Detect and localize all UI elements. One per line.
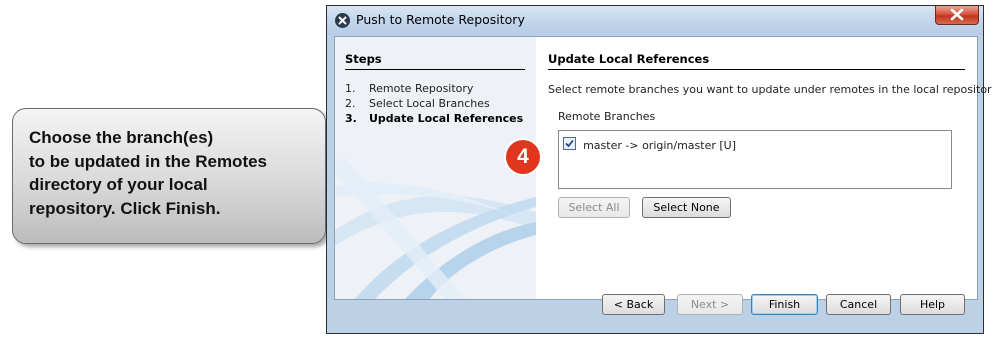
checkmark-icon <box>565 139 574 148</box>
dialog-title: Push to Remote Repository <box>356 12 525 27</box>
back-button[interactable]: < Back <box>602 294 665 315</box>
callout-line: repository. Click Finish. <box>29 198 221 218</box>
steps-header: Steps <box>345 52 382 66</box>
title-bar: Push to Remote Repository <box>327 6 983 35</box>
close-x-icon <box>950 8 964 21</box>
step-number: 2. <box>345 97 356 110</box>
cancel-button[interactable]: Cancel <box>826 294 891 315</box>
next-button[interactable]: Next > <box>677 294 743 315</box>
step-label: Remote Repository <box>369 82 474 95</box>
instruction-callout: Choose the branch(es) to be updated in t… <box>12 108 326 244</box>
dialog-content: Steps 1. Remote Repository 2. Select Local… <box>334 36 992 300</box>
step-label: Select Local Branches <box>369 97 490 110</box>
decorative-swoosh-graphic <box>335 157 536 299</box>
branch-label: master -> origin/master [U] <box>583 139 737 152</box>
step-item: 2. Select Local Branches <box>345 97 490 110</box>
finish-button[interactable]: Finish <box>751 294 818 315</box>
close-button[interactable] <box>935 6 979 25</box>
panel-title: Update Local References <box>548 52 710 66</box>
list-item[interactable]: master -> origin/master [U] <box>563 134 737 152</box>
remote-branches-label: Remote Branches <box>558 110 656 123</box>
step-number: 3. <box>345 112 357 125</box>
step-label: Update Local References <box>369 112 524 125</box>
push-dialog: Push to Remote Repository Steps 1. Remote… <box>326 5 992 334</box>
callout-line: directory of your local <box>29 175 208 194</box>
help-button[interactable]: Help <box>900 294 965 315</box>
step-item-current: 3. Update Local References <box>345 112 523 125</box>
panel-divider <box>548 69 965 70</box>
select-none-button[interactable]: Select None <box>642 197 731 218</box>
step-number: 1. <box>345 82 356 95</box>
callout-line: Choose the branch(es) <box>29 128 214 147</box>
select-all-button[interactable]: Select All <box>558 197 630 218</box>
step-item: 1. Remote Repository <box>345 82 473 95</box>
steps-divider <box>345 69 525 70</box>
callout-line: to be updated in the Remotes <box>29 151 268 171</box>
instruction-text: Select remote branches you want to updat… <box>548 83 992 96</box>
main-panel: Update Local References Select remote br… <box>536 37 992 299</box>
branch-checkbox[interactable] <box>563 137 576 150</box>
app-icon <box>335 13 350 28</box>
step-number-badge: 4 <box>506 140 540 174</box>
remote-branches-list: master -> origin/master [U] <box>558 130 952 189</box>
steps-panel: Steps 1. Remote Repository 2. Select Local… <box>335 37 536 299</box>
